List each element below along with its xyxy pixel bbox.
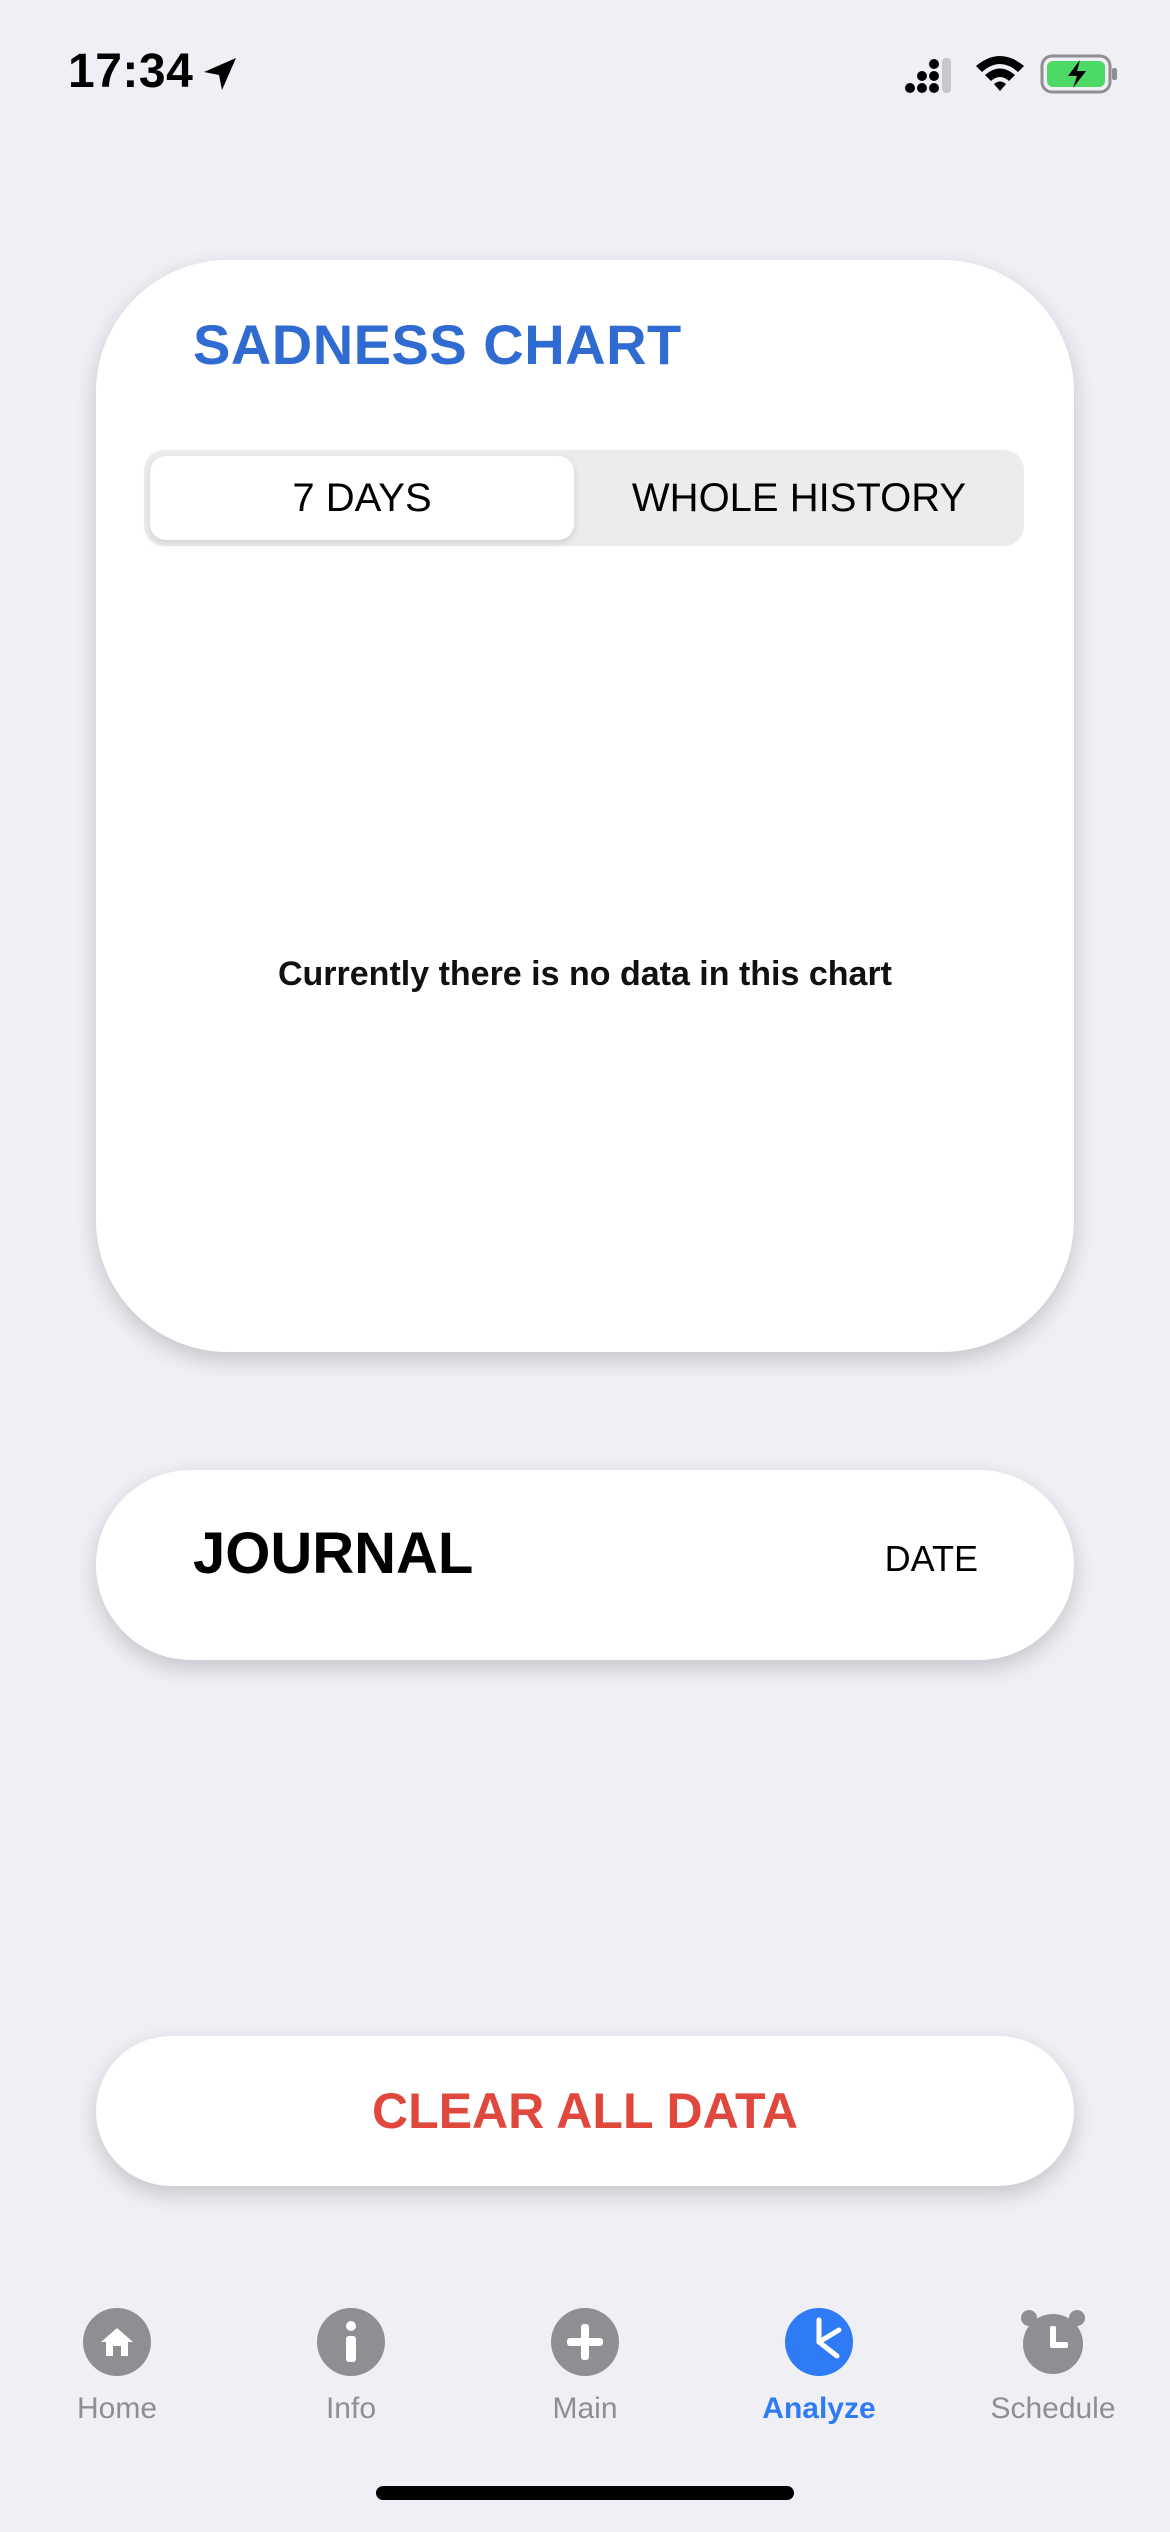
journal-date-label: DATE	[884, 1538, 978, 1579]
status-time: 17:34	[68, 45, 194, 98]
plus-icon	[551, 2308, 619, 2376]
empty-chart-message: Currently there is no data in this chart	[277, 955, 892, 993]
alarm-clock-icon	[1021, 2310, 1085, 2374]
home-indicator	[376, 2486, 794, 2500]
journal-card[interactable]: JOURNAL DATE	[96, 1470, 1074, 1660]
chart-title: SADNESS CHART	[193, 313, 682, 376]
tab-schedule[interactable]: Schedule	[936, 2290, 1170, 2450]
segment-7-days[interactable]: 7 DAYS	[150, 456, 574, 540]
tab-schedule-label: Schedule	[990, 2392, 1116, 2425]
pie-chart-icon	[785, 2308, 853, 2376]
tab-home[interactable]: Home	[0, 2290, 234, 2450]
sadness-chart-card: SADNESS CHART 7 DAYS WHOLE HISTORY Curre…	[96, 260, 1074, 1352]
tab-info-label: Info	[325, 2392, 377, 2425]
tab-analyze-label: Analyze	[762, 2392, 876, 2425]
tab-home-label: Home	[76, 2392, 158, 2425]
cellular-signal-icon	[905, 58, 951, 93]
journal-title: JOURNAL	[193, 1521, 474, 1586]
tab-analyze[interactable]: Analyze	[702, 2290, 936, 2450]
status-bar: 17:34	[0, 0, 1170, 150]
segment-whole-history[interactable]: WHOLE HISTORY	[580, 456, 1018, 540]
wifi-icon	[976, 56, 1024, 91]
tab-main[interactable]: Main	[468, 2290, 702, 2450]
info-icon	[317, 2308, 385, 2376]
clear-all-data-button[interactable]: CLEAR ALL DATA	[96, 2036, 1074, 2186]
location-arrow-icon	[204, 58, 236, 90]
time-range-segmented-control: 7 DAYS WHOLE HISTORY	[144, 450, 1024, 546]
tab-info[interactable]: Info	[234, 2290, 468, 2450]
tab-bar: Home Info Main Analyze Schedule	[0, 2290, 1170, 2450]
house-icon	[83, 2308, 151, 2376]
battery-charging-icon	[1040, 54, 1117, 94]
tab-main-label: Main	[552, 2392, 618, 2425]
